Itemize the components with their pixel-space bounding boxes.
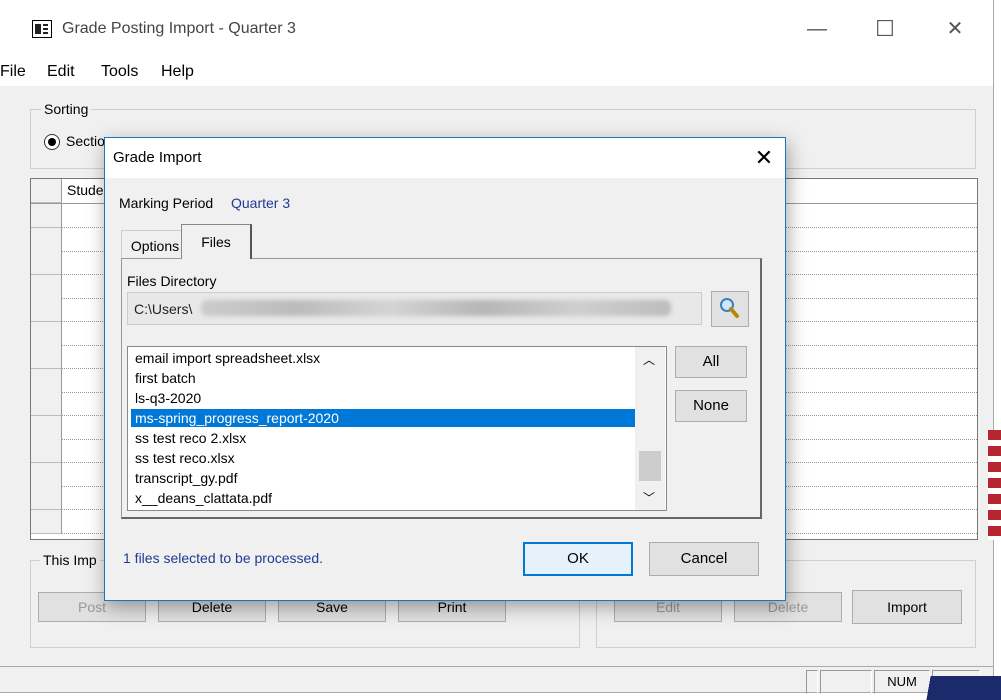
status-panel-2: [820, 670, 872, 694]
browse-button[interactable]: [711, 291, 749, 327]
menu-bar: [0, 58, 993, 86]
import-button[interactable]: Import: [852, 590, 962, 624]
minimize-button[interactable]: —: [794, 14, 840, 44]
file-list-item[interactable]: first batch: [131, 369, 640, 387]
file-list-item[interactable]: ms-spring_progress_report-2020: [131, 409, 640, 427]
grid-header-student[interactable]: Stude: [67, 182, 104, 198]
marking-period-value: Quarter 3: [231, 195, 291, 211]
menu-file[interactable]: File: [0, 63, 26, 81]
listbox-scrollbar[interactable]: ︿ ﹀: [635, 347, 665, 510]
maximize-button[interactable]: ☐: [862, 14, 908, 44]
grid-row-header[interactable]: [31, 321, 62, 346]
file-list-item[interactable]: ss test reco.xlsx: [131, 449, 640, 467]
sorting-option-1-label: Sectio: [66, 133, 105, 149]
close-button[interactable]: ✕: [932, 14, 978, 44]
dialog-title: Grade Import: [113, 149, 202, 166]
grid-row-header[interactable]: [31, 227, 62, 252]
menu-tools[interactable]: Tools: [101, 63, 138, 81]
grid-row-header[interactable]: [31, 345, 62, 369]
select-all-button[interactable]: All: [675, 346, 747, 378]
app-icon: [32, 20, 52, 38]
dialog-title-bar[interactable]: [105, 138, 785, 178]
sorting-label: Sorting: [41, 101, 92, 117]
grid-row-header[interactable]: [31, 392, 62, 416]
magnifier-icon: [720, 298, 739, 318]
cancel-button[interactable]: Cancel: [649, 542, 759, 576]
this-import-label: This Imp: [40, 552, 100, 568]
grid-row-header[interactable]: [31, 509, 62, 534]
file-list-item[interactable]: ss test reco 2.xlsx: [131, 429, 640, 447]
file-list-item[interactable]: ls-q3-2020: [131, 389, 640, 407]
scroll-down-icon[interactable]: ﹀: [643, 489, 655, 506]
tab-files[interactable]: Files: [181, 224, 252, 259]
scroll-up-icon[interactable]: ︿: [643, 351, 655, 368]
background-logo-fragment: [988, 430, 1001, 540]
selection-status: 1 files selected to be processed.: [123, 550, 324, 566]
ok-button[interactable]: OK: [523, 542, 633, 576]
grid-row-header[interactable]: [31, 439, 62, 463]
file-list-item[interactable]: x__deans_clattata.pdf: [131, 489, 640, 507]
window-title: Grade Posting Import - Quarter 3: [62, 20, 296, 37]
tab-options[interactable]: Options: [121, 230, 189, 259]
grid-row-header[interactable]: [31, 274, 62, 299]
grid-row-header[interactable]: [31, 204, 62, 228]
grid-row-header[interactable]: [31, 251, 62, 275]
menu-edit[interactable]: Edit: [47, 63, 75, 81]
grid-corner-cell: [31, 179, 62, 203]
redacted-path: [201, 300, 671, 316]
grid-row-header[interactable]: [31, 462, 62, 487]
files-listbox[interactable]: email import spreadsheet.xlsx first batch…: [127, 346, 667, 511]
grid-row-header[interactable]: [31, 298, 62, 322]
sorting-radio-1[interactable]: [44, 134, 60, 150]
select-none-button[interactable]: None: [675, 390, 747, 422]
grid-row-header[interactable]: [31, 486, 62, 510]
menu-help[interactable]: Help: [161, 63, 194, 81]
marking-period-label: Marking Period: [119, 195, 214, 211]
grid-row-header[interactable]: [31, 368, 62, 393]
status-panel-1: [806, 670, 818, 694]
grid-row-header[interactable]: [31, 415, 62, 440]
grade-import-dialog: Grade Import ✕ Marking Period Quarter 3 …: [104, 137, 786, 601]
file-list-item[interactable]: transcript_gy.pdf: [131, 469, 640, 487]
background-logo-fragment-2: [912, 676, 1001, 700]
scroll-thumb[interactable]: [639, 451, 661, 481]
file-list-item[interactable]: email import spreadsheet.xlsx: [131, 349, 640, 367]
dialog-close-button[interactable]: ✕: [749, 144, 779, 172]
files-directory-label: Files Directory: [127, 273, 217, 289]
